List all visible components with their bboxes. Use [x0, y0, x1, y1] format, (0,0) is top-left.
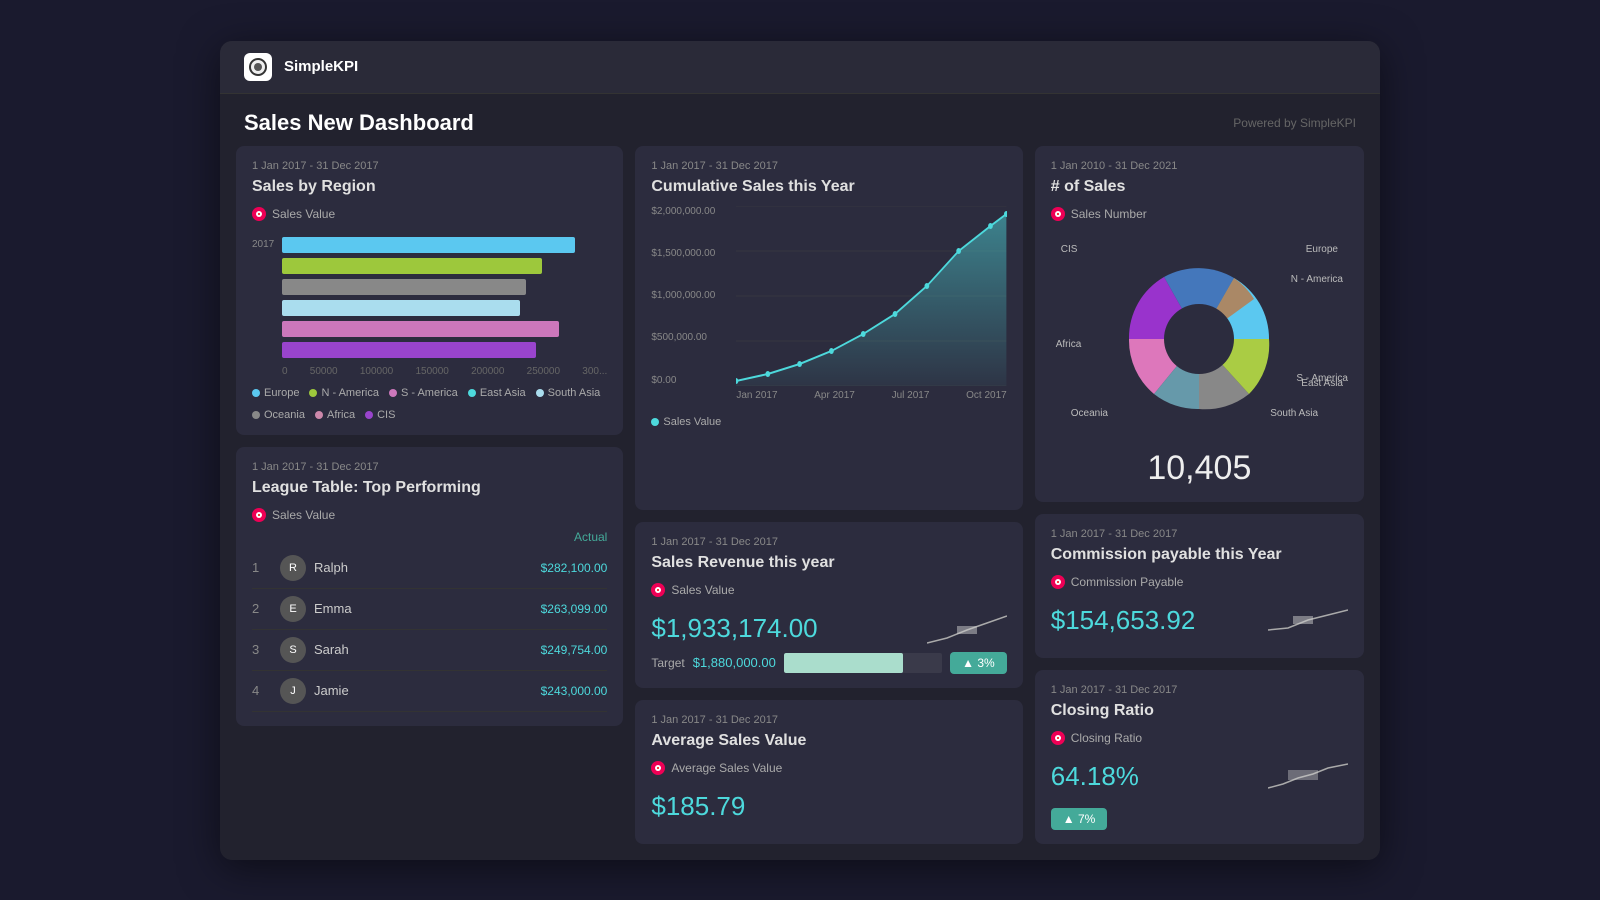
app-container: SimpleKPI Sales New Dashboard Powered by…	[220, 41, 1380, 860]
avatar-jamie: J	[280, 678, 306, 704]
closing-value: 64.18%	[1051, 761, 1139, 792]
bar-axis: 050000100000150000200000250000300...	[252, 366, 607, 377]
x-axis-labels: Jan 2017Apr 2017Jul 2017Oct 2017	[736, 390, 1006, 401]
league-rows: 1 R Ralph $282,100.00 2 E Emma $263,099.…	[252, 548, 607, 712]
closing-ratio-card: 1 Jan 2017 - 31 Dec 2017 Closing Ratio C…	[1035, 670, 1364, 844]
commission-date: 1 Jan 2017 - 31 Dec 2017	[1051, 528, 1348, 540]
bar-legend: Europe N - America S - America East Asia…	[252, 387, 607, 421]
sales-region-title: Sales by Region	[252, 178, 607, 196]
num-sales-value: 10,405	[1051, 449, 1348, 488]
closing-badge: ▲ 7%	[1051, 808, 1108, 830]
cum-sales-date: 1 Jan 2017 - 31 Dec 2017	[651, 160, 1006, 172]
app-name: SimpleKPI	[284, 58, 358, 75]
revenue-metric: Sales Value	[651, 583, 734, 597]
revenue-title: Sales Revenue this year	[651, 554, 1006, 572]
league-row: 2 E Emma $263,099.00	[252, 589, 607, 630]
app-header: SimpleKPI	[220, 41, 1380, 94]
league-title: League Table: Top Performing	[252, 479, 607, 497]
sales-by-region-card: 1 Jan 2017 - 31 Dec 2017 Sales by Region…	[236, 146, 623, 435]
cumulative-sales-card: 1 Jan 2017 - 31 Dec 2017 Cumulative Sale…	[635, 146, 1022, 510]
num-sales-date: 1 Jan 2010 - 31 Dec 2021	[1051, 160, 1348, 172]
bar-year-label: 2017	[252, 239, 282, 250]
powered-by: Powered by SimpleKPI	[1233, 116, 1356, 130]
num-sales-card: 1 Jan 2010 - 31 Dec 2021 # of Sales Sale…	[1035, 146, 1364, 502]
page-title: Sales New Dashboard	[244, 110, 474, 136]
sales-revenue-card: 1 Jan 2017 - 31 Dec 2017 Sales Revenue t…	[635, 522, 1022, 688]
league-metric-dot	[252, 508, 266, 522]
league-row: 4 J Jamie $243,000.00	[252, 671, 607, 712]
sales-region-metric: Sales Value	[252, 207, 335, 221]
line-chart: $2,000,000.00 $1,500,000.00 $1,000,000.0…	[651, 206, 1006, 406]
pie-chart: Europe N - America East Asia South Asia …	[1051, 239, 1348, 439]
metric-icon-dot	[252, 207, 266, 221]
target-value: $1,880,000.00	[693, 655, 776, 670]
league-date: 1 Jan 2017 - 31 Dec 2017	[252, 461, 607, 473]
page-header: Sales New Dashboard Powered by SimpleKPI	[220, 94, 1380, 146]
dashboard-grid: 1 Jan 2017 - 31 Dec 2017 Sales by Region…	[220, 146, 1380, 860]
avg-value: $185.79	[651, 791, 1006, 822]
avatar-sarah: S	[280, 637, 306, 663]
revenue-date: 1 Jan 2017 - 31 Dec 2017	[651, 536, 1006, 548]
avatar-emma: E	[280, 596, 306, 622]
bar-chart: 2017	[252, 237, 607, 358]
average-sales-card: 1 Jan 2017 - 31 Dec 2017 Average Sales V…	[635, 700, 1022, 844]
league-row: 3 S Sarah $249,754.00	[252, 630, 607, 671]
revenue-value: $1,933,174.00	[651, 613, 817, 644]
y-axis-labels: $2,000,000.00 $1,500,000.00 $1,000,000.0…	[651, 206, 731, 386]
revenue-badge: ▲ 3%	[950, 652, 1007, 674]
actual-label: Actual	[252, 530, 607, 544]
league-row: 1 R Ralph $282,100.00	[252, 548, 607, 589]
avg-date: 1 Jan 2017 - 31 Dec 2017	[651, 714, 1006, 726]
league-table-card: 1 Jan 2017 - 31 Dec 2017 League Table: T…	[236, 447, 623, 726]
avatar-ralph: R	[280, 555, 306, 581]
cum-sales-title: Cumulative Sales this Year	[651, 178, 1006, 196]
sales-region-date: 1 Jan 2017 - 31 Dec 2017	[252, 160, 607, 172]
commission-value: $154,653.92	[1051, 605, 1196, 636]
chart-area	[736, 206, 1006, 386]
closing-title: Closing Ratio	[1051, 702, 1348, 720]
closing-date: 1 Jan 2017 - 31 Dec 2017	[1051, 684, 1348, 696]
line-chart-legend: Sales Value	[651, 416, 1006, 428]
num-sales-title: # of Sales	[1051, 178, 1348, 196]
commission-title: Commission payable this Year	[1051, 546, 1348, 564]
avg-title: Average Sales Value	[651, 732, 1006, 750]
league-metric: Sales Value	[252, 508, 335, 522]
commission-card: 1 Jan 2017 - 31 Dec 2017 Commission paya…	[1035, 514, 1364, 658]
logo-icon	[244, 53, 272, 81]
